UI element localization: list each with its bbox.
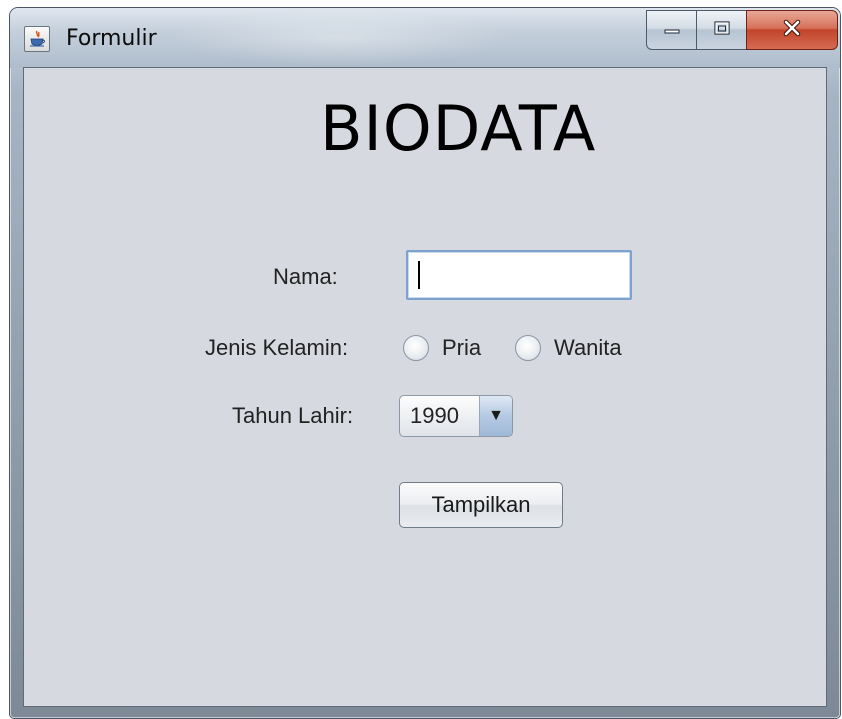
close-icon (781, 19, 803, 42)
minimize-icon (664, 21, 680, 39)
birth-year-select[interactable]: 1990 ▼ (399, 395, 513, 437)
page-title: BIODATA (320, 92, 597, 165)
birth-year-label: Tahun Lahir: (232, 403, 354, 428)
maximize-button[interactable] (696, 10, 746, 50)
java-cup-icon[interactable] (24, 26, 50, 52)
window-title: Formulir (66, 26, 157, 51)
tampilkan-button[interactable]: Tampilkan (399, 482, 563, 528)
gender-label: Jenis Kelamin: (205, 335, 349, 360)
name-input[interactable] (406, 250, 632, 300)
radio-pria[interactable] (403, 335, 429, 361)
maximize-icon (713, 20, 731, 41)
radio-wanita-label[interactable]: Wanita (554, 335, 622, 361)
close-button[interactable] (746, 10, 838, 50)
form-panel: BIODATA Nama: Jenis Kelamin: Pria Wanita… (23, 67, 827, 707)
dropdown-arrow-icon[interactable]: ▼ (479, 396, 512, 436)
title-bar[interactable]: Formulir (10, 8, 840, 68)
name-label: Nama: (273, 264, 338, 289)
text-caret (418, 261, 420, 289)
birth-year-value: 1990 (410, 403, 459, 428)
minimize-button[interactable] (646, 10, 696, 50)
app-window: Formulir BIODATA Nama: Jenis Kelamin: Pr… (10, 8, 840, 718)
radio-pria-label[interactable]: Pria (442, 335, 481, 361)
caption-buttons (646, 10, 838, 50)
radio-wanita[interactable] (515, 335, 541, 361)
